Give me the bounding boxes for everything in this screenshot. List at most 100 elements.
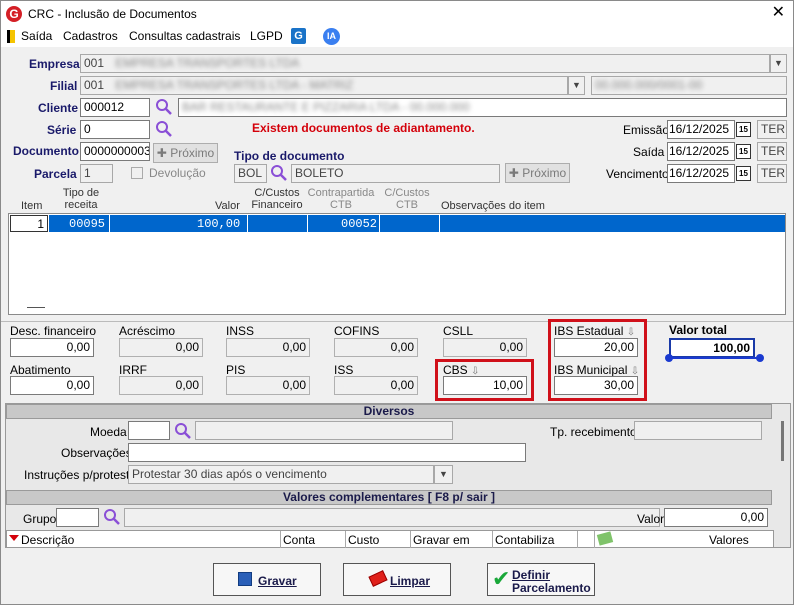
emissao-calendar-icon[interactable]: 15 <box>736 122 751 137</box>
slider-track <box>669 357 761 359</box>
cliente-label: Cliente <box>38 101 79 115</box>
table-row-item-cell[interactable]: 1 <box>10 215 48 232</box>
tipo-doc-name: BOLETO <box>291 164 500 183</box>
col-custo[interactable]: Custo <box>348 533 379 547</box>
irrf-input[interactable]: 0,00 <box>119 376 203 395</box>
abatimento-input[interactable]: 0,00 <box>10 376 94 395</box>
col-observacoes: Observações do item <box>441 200 545 212</box>
comp-valor-input[interactable]: 0,00 <box>664 508 768 527</box>
complementares-grid-header: Descrição Conta Custo Gravar em Contabil… <box>6 530 774 548</box>
csll-input[interactable]: 0,00 <box>443 338 527 357</box>
documento-proximo-button[interactable]: ✚ Próximo <box>153 143 218 163</box>
slider-left-handle[interactable] <box>665 354 673 362</box>
scrollbar-thumb[interactable] <box>781 421 784 461</box>
pis-input[interactable]: 0,00 <box>226 376 310 395</box>
col-conta[interactable]: Conta <box>283 533 315 547</box>
separator <box>1 321 793 322</box>
empresa-label: Empresa <box>29 57 80 71</box>
col-tipo-receita: Tipo de receita <box>62 187 100 211</box>
cliente-name: BAR RESTAURANTE E PIZZARIA LTDA - 00.000… <box>182 100 470 114</box>
saida-label: Saída <box>633 145 665 159</box>
grid-splitter[interactable] <box>27 307 45 308</box>
parcela-input[interactable]: 1 <box>80 164 113 183</box>
cofins-input[interactable]: 0,00 <box>334 338 418 357</box>
adiantamento-warning: Existem documentos de adiantamento. <box>252 121 475 135</box>
serie-input[interactable]: 0 <box>80 120 150 139</box>
vencimento-calendar-icon[interactable]: 15 <box>736 166 751 181</box>
definir-parcelamento-button[interactable]: ✔ Definir Parcelamento <box>487 563 595 596</box>
csll-label: CSLL <box>443 324 474 338</box>
vencimento-input[interactable]: 16/12/2025 <box>667 164 735 183</box>
emissao-input[interactable]: 16/12/2025 <box>667 120 735 139</box>
gravar-button[interactable]: Gravar <box>213 563 321 596</box>
grupo-search-icon[interactable] <box>103 508 121 526</box>
tp-recebimento-input[interactable] <box>634 421 762 440</box>
moeda-search-icon[interactable] <box>174 422 192 440</box>
observacoes-input[interactable] <box>128 443 526 462</box>
documento-input[interactable]: 0000000003 <box>80 142 150 161</box>
menu-cadastros[interactable]: Cadastros <box>63 29 118 43</box>
cliente-code-input[interactable]: 000012 <box>80 98 150 117</box>
limpar-button[interactable]: Limpar <box>343 563 451 596</box>
cbs-highlight-box <box>435 359 534 401</box>
parcela-label: Parcela <box>34 167 77 181</box>
scrollbar[interactable] <box>777 417 789 487</box>
instrucoes-label: Instruções p/protesto <box>24 468 137 482</box>
vencimento-day: TER <box>757 164 787 183</box>
irrf-label: IRRF <box>119 363 147 377</box>
close-icon[interactable]: ✕ <box>772 4 785 22</box>
instrucoes-dropdown-icon[interactable]: ▼ <box>434 465 453 484</box>
col-contabiliza[interactable]: Contabiliza <box>495 533 554 547</box>
col-cc-ctb: C/Custos CTB <box>384 187 430 211</box>
checkmark-icon: ✔ <box>492 566 511 591</box>
grupo-input[interactable] <box>56 508 99 527</box>
menu-lgpd[interactable]: LGPD <box>250 29 283 43</box>
instrucoes-select[interactable]: Protestar 30 dias após o vencimento <box>128 465 434 484</box>
menu-consultas[interactable]: Consultas cadastrais <box>129 29 240 43</box>
inss-input[interactable]: 0,00 <box>226 338 310 357</box>
saida-input[interactable]: 16/12/2025 <box>667 142 735 161</box>
tipo-doc-label: Tipo de documento <box>234 149 345 163</box>
desc-fin-input[interactable]: 0,00 <box>10 338 94 357</box>
filial-code: 001 <box>84 78 105 92</box>
definir-label: Definir <box>512 568 551 582</box>
diversos-header: Diversos <box>6 404 772 419</box>
ia-icon[interactable]: IA <box>323 28 340 45</box>
col-valores[interactable]: Valores <box>709 533 749 547</box>
devolucao-checkbox[interactable] <box>131 167 143 179</box>
table-row[interactable]: 00095 100,00 00052 <box>49 215 785 232</box>
col-descricao[interactable]: Descrição <box>21 533 74 547</box>
vencimento-label: Vencimento <box>606 167 669 181</box>
documento-label: Documento <box>13 144 79 158</box>
empresa-field[interactable]: 001 EMPRESA TRANSPORTES LTDA <box>80 54 770 73</box>
saida-calendar-icon[interactable]: 15 <box>736 144 751 159</box>
menu-saida[interactable]: Saída <box>21 29 52 43</box>
inss-label: INSS <box>226 324 255 338</box>
moeda-input[interactable] <box>128 421 170 440</box>
empresa-dropdown-icon[interactable]: ▼ <box>770 54 787 73</box>
cliente-search-icon[interactable] <box>155 98 173 116</box>
cofins-label: COFINS <box>334 324 380 338</box>
iss-input[interactable]: 0,00 <box>334 376 418 395</box>
cliente-name-field[interactable]: BAR RESTAURANTE E PIZZARIA LTDA - 00.000… <box>178 98 787 117</box>
serie-search-icon[interactable] <box>155 120 173 138</box>
filial-field[interactable]: 001 EMPRESA TRANSPORTES LTDA - MATRIZ <box>80 76 568 95</box>
tipo-doc-search-icon[interactable] <box>270 164 288 182</box>
filial-label: Filial <box>50 79 78 93</box>
parcelamento-label: Parcelamento <box>512 581 591 595</box>
tipo-doc-code[interactable]: BOL <box>234 164 267 183</box>
tipo-doc-proximo-button[interactable]: ✚ Próximo <box>505 163 570 183</box>
iss-label: ISS <box>334 363 354 377</box>
acrescimo-input[interactable]: 0,00 <box>119 338 203 357</box>
complementares-header: Valores complementares [ F8 p/ sair ] <box>6 490 772 505</box>
grupo-label: Grupo <box>23 512 57 526</box>
serie-label: Série <box>47 123 77 137</box>
money-icon <box>596 531 614 546</box>
filial-dropdown-icon[interactable]: ▼ <box>568 76 585 95</box>
items-grid[interactable]: 1 00095 100,00 00052 <box>8 213 786 315</box>
slider-right-handle[interactable] <box>756 354 764 362</box>
menu-bar: Saída Cadastros Consultas cadastrais LGP… <box>1 27 793 47</box>
sort-down-icon[interactable] <box>9 535 19 541</box>
col-gravar-em[interactable]: Gravar em <box>413 533 470 547</box>
g-app-icon[interactable]: G <box>291 28 306 44</box>
